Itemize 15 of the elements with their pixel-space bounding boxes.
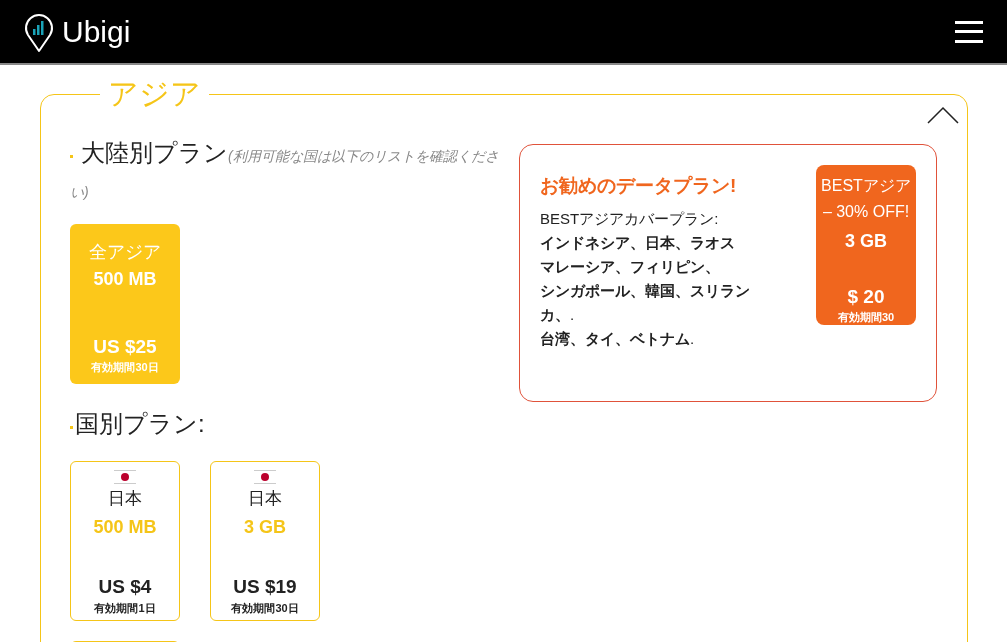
bullet-icon	[70, 426, 73, 430]
menu-button[interactable]	[955, 20, 983, 43]
region-title: アジア	[107, 79, 202, 109]
brand-name: Ubigi	[62, 16, 131, 47]
plan-card[interactable]: 日本 500 MB US $4 有効期間1日	[70, 461, 180, 621]
japan-flag-icon	[254, 470, 276, 484]
continent-heading: 大陸別プラン(利用可能な国は以下のリストを確認ください)	[70, 138, 499, 202]
country-heading: 国別プラン:	[70, 408, 499, 443]
collapse-button[interactable]	[927, 105, 961, 125]
plan-card[interactable]: 日本 3 GB US $19 有効期間30日	[210, 461, 320, 621]
japan-flag-icon	[114, 470, 136, 484]
bullet-icon	[70, 155, 73, 159]
recommendation-text: BESTアジアカバープラン: インドネシア、日本、ラオス マレーシア、フィリピン、 シンガポール、韓国、スリラン カ、. 台湾、タイ、ベトナム.	[540, 209, 751, 349]
chevron-icon	[927, 106, 959, 124]
recommendation-title: お勧めのデータプラン!	[540, 174, 738, 198]
